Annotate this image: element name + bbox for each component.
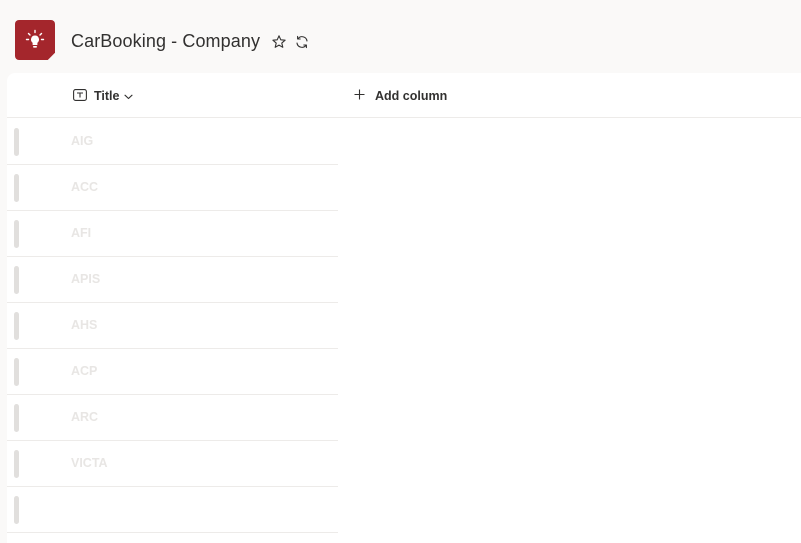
- page-header: CarBooking - Company: [0, 0, 801, 74]
- table-row[interactable]: [7, 486, 338, 533]
- page-title: CarBooking - Company: [71, 31, 261, 51]
- row-drag-handle[interactable]: [14, 174, 19, 202]
- table-row[interactable]: VICTA: [7, 440, 338, 487]
- row-drag-handle[interactable]: [14, 358, 19, 386]
- grid-header: Title Add column: [7, 73, 801, 118]
- table-row[interactable]: ARC: [7, 394, 338, 441]
- star-icon[interactable]: [271, 34, 287, 50]
- text-field-icon: [73, 88, 87, 104]
- title-cell[interactable]: AIG: [71, 134, 93, 148]
- list-grid: Title Add column AIG ACC AFI APIS AHS AC…: [7, 73, 801, 543]
- title-cell[interactable]: ACC: [71, 180, 98, 194]
- chevron-down-icon[interactable]: [124, 89, 134, 103]
- table-row[interactable]: AFI: [7, 210, 338, 257]
- row-drag-handle[interactable]: [14, 312, 19, 340]
- table-row[interactable]: APIS: [7, 256, 338, 303]
- title-cell[interactable]: AFI: [71, 226, 91, 240]
- row-drag-handle[interactable]: [14, 496, 19, 524]
- title-cell[interactable]: AHS: [71, 318, 97, 332]
- row-drag-handle[interactable]: [14, 450, 19, 478]
- column-header-title[interactable]: Title: [73, 87, 134, 105]
- column-title-label: Title: [94, 89, 120, 103]
- lightbulb-icon: [15, 20, 55, 60]
- row-drag-handle[interactable]: [14, 220, 19, 248]
- sync-icon[interactable]: [294, 34, 310, 50]
- table-row[interactable]: AIG: [7, 118, 338, 165]
- row-drag-handle[interactable]: [14, 266, 19, 294]
- add-column-label: Add column: [375, 89, 448, 103]
- table-row[interactable]: AHS: [7, 302, 338, 349]
- title-cell[interactable]: ACP: [71, 364, 97, 378]
- table-row[interactable]: ACP: [7, 348, 338, 395]
- title-cell[interactable]: ARC: [71, 410, 98, 424]
- add-column-button[interactable]: Add column: [354, 87, 447, 105]
- table-row[interactable]: ACC: [7, 164, 338, 211]
- row-drag-handle[interactable]: [14, 128, 19, 156]
- row-drag-handle[interactable]: [14, 404, 19, 432]
- plus-icon: [354, 89, 365, 103]
- title-cell[interactable]: VICTA: [71, 456, 108, 470]
- title-cell[interactable]: APIS: [71, 272, 100, 286]
